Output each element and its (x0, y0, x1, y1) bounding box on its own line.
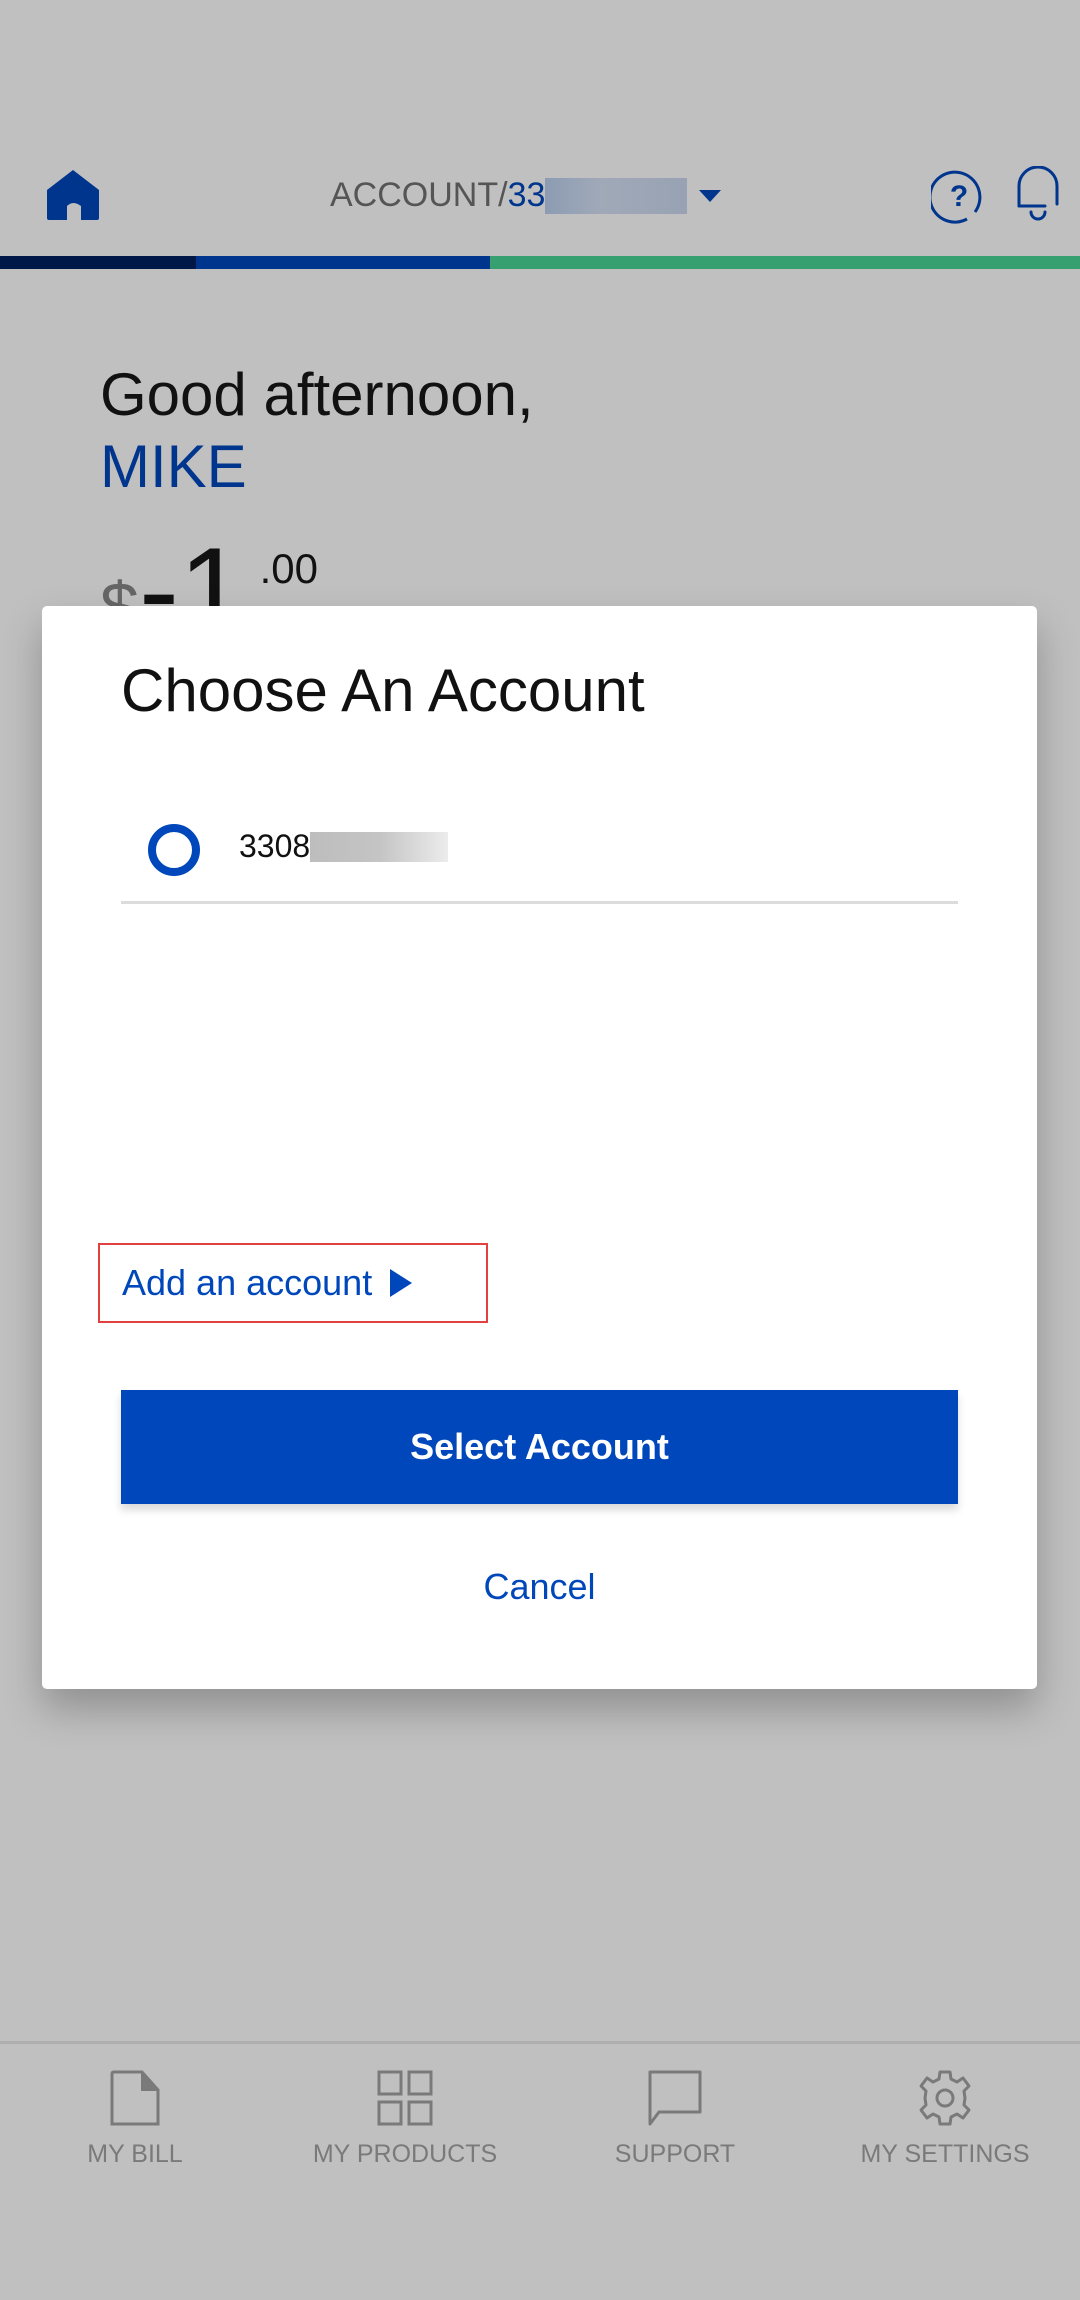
cancel-button[interactable]: Cancel (42, 1566, 1037, 1608)
progress-segment-green (490, 256, 1080, 269)
dialog-title: Choose An Account (121, 657, 645, 724)
account-prefix: ACCOUNT/ (330, 176, 508, 214)
account-number: 33 (507, 176, 546, 214)
add-account-link[interactable]: Add an account (98, 1243, 488, 1323)
home-button[interactable] (45, 168, 101, 222)
nav-support[interactable]: SUPPORT (540, 2070, 810, 2169)
notifications-button[interactable] (1016, 165, 1060, 226)
help-button[interactable]: ? (928, 168, 987, 224)
redacted-account-number (310, 831, 449, 862)
user-name: MIKE (100, 433, 247, 500)
add-account-label: Add an account (122, 1262, 373, 1303)
account-option-number: 3308 (239, 828, 311, 864)
account-selector[interactable]: ACCOUNT/33 (330, 176, 722, 215)
greeting-text: Good afternoon, (100, 361, 534, 428)
choose-account-dialog: Choose An Account 3308 Add an account Se… (42, 606, 1037, 1689)
nav-label: SUPPORT (614, 2140, 736, 2168)
balance-cents: .00 (259, 545, 319, 592)
redacted-account-number (545, 177, 688, 214)
nav-my-settings[interactable]: MY SETTINGS (810, 2070, 1080, 2169)
progress-segment-blue (196, 256, 490, 269)
account-radio-button[interactable] (148, 824, 200, 876)
play-arrow-icon (390, 1269, 413, 1297)
divider (121, 901, 958, 904)
home-icon (47, 170, 99, 220)
select-account-button[interactable]: Select Account (121, 1390, 958, 1504)
nav-my-products[interactable]: MY PRODUCTS (270, 2070, 540, 2169)
nav-my-bill[interactable]: MY BILL (0, 2070, 270, 2169)
bill-icon (110, 2070, 160, 2126)
gear-icon (919, 2070, 971, 2126)
help-icon: ? (928, 170, 982, 224)
bottom-nav-divider (0, 2041, 1080, 2044)
progress-segment-navy (0, 256, 196, 269)
chat-bubble-icon (648, 2070, 702, 2126)
nav-label: MY PRODUCTS (312, 2140, 498, 2168)
bell-icon (1017, 165, 1059, 221)
nav-label: MY SETTINGS (860, 2140, 1030, 2168)
products-grid-icon (377, 2070, 433, 2126)
svg-text:?: ? (950, 180, 968, 213)
dropdown-caret-icon (699, 189, 722, 202)
nav-label: MY BILL (87, 2140, 183, 2168)
account-option-label[interactable]: 3308 (239, 828, 449, 865)
